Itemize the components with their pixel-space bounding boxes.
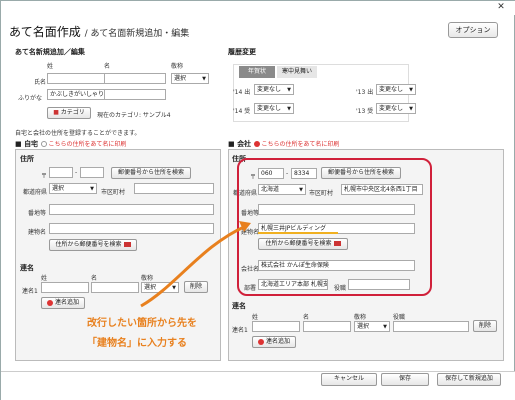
- cancel-button[interactable]: キャンセル: [321, 373, 377, 386]
- callout-line1: 改行したい箇所から先を: [87, 318, 197, 329]
- callout-arrow: [140, 221, 251, 308]
- save-new-button[interactable]: 保存して新規追加: [437, 373, 501, 386]
- callout-line2: 「建物名」に入力する: [87, 338, 187, 349]
- dialog-window: ✕ あて名面作成 / あて名面新規追加・編集 オプション あて名新規追加／編集 …: [0, 0, 515, 400]
- save-button[interactable]: 保存: [381, 373, 429, 386]
